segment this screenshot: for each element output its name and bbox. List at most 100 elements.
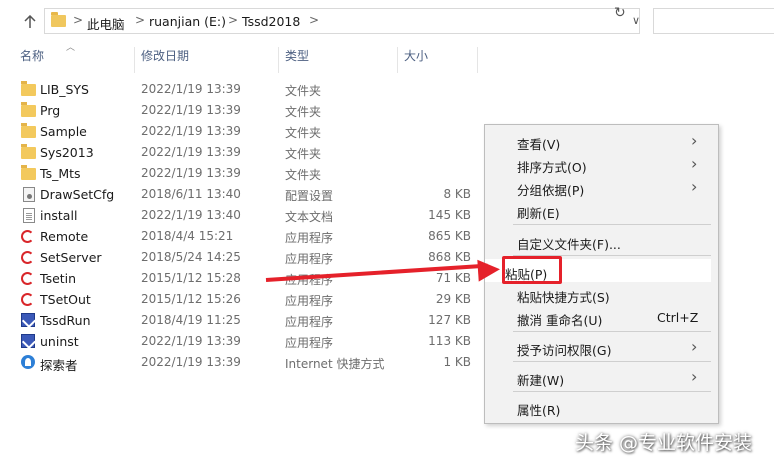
file-date: 2018/4/4 15:21 bbox=[141, 229, 234, 243]
file-name: 探索者 bbox=[40, 358, 78, 373]
breadcrumb-separator: > bbox=[73, 13, 84, 27]
file-size: 127 KB bbox=[428, 313, 471, 327]
tssd-app-icon bbox=[21, 293, 34, 306]
menu-item-group-by[interactable]: 分组依据(P) › bbox=[485, 176, 718, 198]
file-size: 145 KB bbox=[428, 208, 471, 222]
file-date: 2022/1/19 13:39 bbox=[141, 145, 241, 159]
config-file-icon bbox=[23, 187, 35, 202]
menu-item-view[interactable]: 查看(V) › bbox=[485, 130, 718, 152]
annotation-arrow-head bbox=[477, 258, 501, 282]
file-type: 文件夹 bbox=[285, 84, 322, 98]
menu-item-label: 分组依据(P) bbox=[517, 183, 585, 198]
column-header-size[interactable]: 大小 bbox=[404, 47, 428, 71]
column-header-type[interactable]: 类型 bbox=[285, 47, 309, 71]
file-date: 2022/1/19 13:39 bbox=[141, 166, 241, 180]
file-name: LIB_SYS bbox=[40, 82, 89, 97]
file-date: 2018/4/19 11:25 bbox=[141, 313, 241, 327]
file-size: 865 KB bbox=[428, 229, 471, 243]
file-row[interactable]: uninst 2022/1/19 13:39 应用程序 113 KB bbox=[0, 331, 480, 352]
file-row[interactable]: LIB_SYS 2022/1/19 13:39 文件夹 bbox=[0, 79, 480, 100]
file-date: 2022/1/19 13:39 bbox=[141, 355, 241, 369]
menu-separator bbox=[513, 331, 711, 332]
menu-item-paste-shortcut[interactable]: 粘贴快捷方式(S) bbox=[485, 283, 718, 305]
menu-item-new[interactable]: 新建(W) › bbox=[485, 366, 718, 388]
file-type: 应用程序 bbox=[285, 315, 334, 329]
chevron-right-icon: › bbox=[691, 154, 698, 173]
menu-item-refresh[interactable]: 刷新(E) bbox=[485, 199, 718, 221]
file-row[interactable]: TssdRun 2018/4/19 11:25 应用程序 127 KB bbox=[0, 310, 480, 331]
search-input[interactable] bbox=[653, 8, 774, 34]
column-divider[interactable] bbox=[134, 47, 135, 73]
file-size: 113 KB bbox=[428, 334, 471, 348]
file-name: Tsetin bbox=[40, 271, 77, 286]
file-date: 2015/1/12 15:26 bbox=[141, 292, 241, 306]
breadcrumb-drive[interactable]: ruanjian (E:) bbox=[149, 14, 226, 29]
file-row[interactable]: 探索者 2022/1/19 13:39 Internet 快捷方式 1 KB bbox=[0, 352, 480, 373]
blue-app-icon bbox=[21, 334, 35, 348]
annotation-highlight-box bbox=[502, 256, 562, 284]
file-size: 8 KB bbox=[443, 187, 471, 201]
menu-separator bbox=[513, 391, 711, 392]
address-dropdown-icon[interactable]: ∨ bbox=[632, 14, 640, 27]
menu-item-shortcut: Ctrl+Z bbox=[657, 310, 699, 325]
column-divider[interactable] bbox=[477, 47, 478, 73]
menu-item-label: 粘贴快捷方式(S) bbox=[517, 290, 610, 305]
column-divider[interactable] bbox=[278, 47, 279, 73]
text-document-icon bbox=[23, 208, 35, 223]
menu-item-label: 属性(R) bbox=[517, 403, 561, 418]
refresh-icon[interactable]: ↻ bbox=[614, 5, 626, 21]
internet-shortcut-icon bbox=[21, 355, 35, 369]
file-name: DrawSetCfg bbox=[40, 187, 115, 202]
file-size: 868 KB bbox=[428, 250, 471, 264]
menu-separator bbox=[513, 361, 711, 362]
file-type: Internet 快捷方式 bbox=[285, 357, 385, 371]
file-name: uninst bbox=[40, 334, 79, 349]
file-name: install bbox=[40, 208, 78, 223]
file-name: Sys2013 bbox=[40, 145, 94, 160]
folder-icon bbox=[51, 12, 66, 27]
menu-item-grant-access[interactable]: 授予访问权限(G) › bbox=[485, 336, 718, 358]
file-row[interactable]: SetServer 2018/5/24 14:25 应用程序 868 KB bbox=[0, 247, 480, 268]
file-row[interactable]: install 2022/1/19 13:40 文本文档 145 KB bbox=[0, 205, 480, 226]
column-divider[interactable] bbox=[397, 47, 398, 73]
folder-icon bbox=[21, 123, 36, 138]
file-row[interactable]: Remote 2018/4/4 15:21 应用程序 865 KB bbox=[0, 226, 480, 247]
file-row[interactable]: Sample 2022/1/19 13:39 文件夹 bbox=[0, 121, 480, 142]
column-header-name[interactable]: 名称 bbox=[20, 47, 44, 71]
menu-item-label: 排序方式(O) bbox=[517, 160, 587, 175]
file-date: 2022/1/19 13:39 bbox=[141, 82, 241, 96]
file-type: 文件夹 bbox=[285, 105, 322, 119]
file-row[interactable]: DrawSetCfg 2018/6/11 13:40 配置设置 8 KB bbox=[0, 184, 480, 205]
file-row[interactable]: Prg 2022/1/19 13:39 文件夹 bbox=[0, 100, 480, 121]
context-menu: 查看(V) › 排序方式(O) › 分组依据(P) › 刷新(E) 自定义文件夹… bbox=[484, 124, 719, 424]
menu-item-label: 刷新(E) bbox=[517, 206, 560, 221]
menu-item-customize-folder[interactable]: 自定义文件夹(F)... bbox=[485, 230, 718, 252]
breadcrumb-folder[interactable]: Tssd2018 bbox=[242, 14, 300, 29]
file-name: SetServer bbox=[40, 250, 102, 265]
menu-item-undo-rename[interactable]: 撤消 重命名(U) Ctrl+Z bbox=[485, 306, 718, 328]
file-type: 文件夹 bbox=[285, 147, 322, 161]
file-row[interactable]: TSetOut 2015/1/12 15:26 应用程序 29 KB bbox=[0, 289, 480, 310]
tssd-app-icon bbox=[21, 272, 34, 285]
folder-icon bbox=[21, 102, 36, 117]
file-name: Ts_Mts bbox=[40, 166, 81, 181]
menu-item-sort-by[interactable]: 排序方式(O) › bbox=[485, 153, 718, 175]
file-date: 2015/1/12 15:28 bbox=[141, 271, 241, 285]
folder-icon bbox=[21, 165, 36, 180]
menu-separator bbox=[513, 224, 711, 225]
address-bar[interactable]: > 此电脑 > ruanjian (E:) > Tssd2018 > ∨ bbox=[44, 8, 640, 34]
file-type: 文本文档 bbox=[285, 210, 334, 224]
file-type: 文件夹 bbox=[285, 126, 322, 140]
file-row[interactable]: Sys2013 2022/1/19 13:39 文件夹 bbox=[0, 142, 480, 163]
file-date: 2018/6/11 13:40 bbox=[141, 187, 241, 201]
menu-item-properties[interactable]: 属性(R) bbox=[485, 396, 718, 418]
column-header-date[interactable]: 修改日期 bbox=[141, 47, 189, 71]
file-row[interactable]: Ts_Mts 2022/1/19 13:39 文件夹 bbox=[0, 163, 480, 184]
tssd-app-icon bbox=[21, 251, 34, 264]
sort-ascending-icon: ︿ bbox=[66, 43, 76, 53]
file-type: 文件夹 bbox=[285, 168, 322, 182]
file-date: 2022/1/19 13:40 bbox=[141, 208, 241, 222]
breadcrumb-separator: > bbox=[135, 13, 146, 27]
breadcrumb-this-pc[interactable]: 此电脑 bbox=[87, 14, 125, 33]
up-arrow-icon[interactable] bbox=[20, 12, 40, 32]
